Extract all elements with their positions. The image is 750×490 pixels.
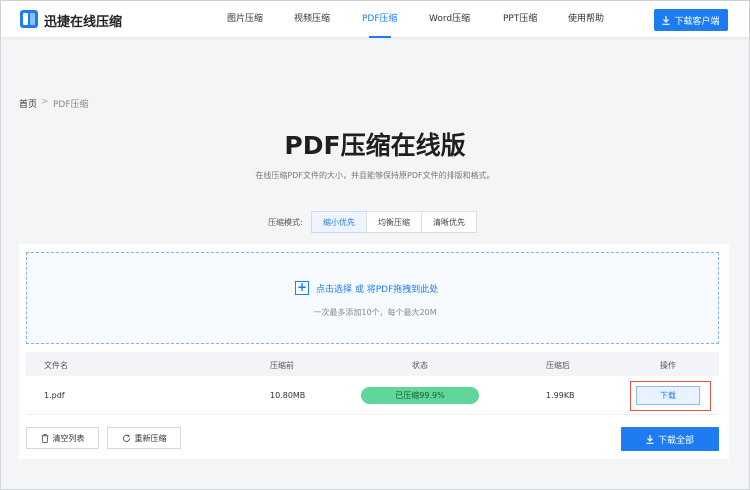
nav-pdf-compress[interactable]: PDF压缩 (362, 1, 398, 38)
row-size-before: 10.80MB (270, 391, 306, 400)
nav-word-compress[interactable]: Word压缩 (429, 1, 470, 38)
status-badge: 已压缩99.9% (361, 387, 479, 404)
row-filename: 1.pdf (44, 391, 65, 400)
nav-video-compress[interactable]: 视频压缩 (294, 1, 330, 38)
nav-ppt-compress[interactable]: PPT压缩 (503, 1, 537, 38)
row-download-button[interactable]: 下载 (636, 386, 700, 405)
col-header-action: 操作 (660, 361, 676, 370)
col-header-status: 状态 (412, 361, 428, 370)
download-all-icon (646, 434, 654, 444)
download-client-label: 下载客户端 (674, 16, 720, 27)
brand-logo-icon[interactable] (20, 10, 38, 28)
breadcrumb-current: PDF压缩 (53, 100, 89, 110)
col-header-filename: 文件名 (44, 361, 68, 370)
page-title: PDF压缩在线版 (284, 131, 466, 160)
add-file-icon[interactable]: + (295, 281, 309, 295)
upload-hint: 一次最多添加10个，每个最大20M (313, 308, 437, 317)
download-icon (662, 15, 670, 25)
recompress-button[interactable]: 重新压缩 (107, 427, 181, 449)
page-subtitle: 在线压缩PDF文件的大小，并且能够保持原PDF文件的排版和格式。 (255, 171, 495, 180)
row-divider (26, 414, 719, 415)
row-size-after: 1.99KB (546, 391, 575, 400)
recompress-label: 重新压缩 (134, 433, 167, 443)
nav-help[interactable]: 使用帮助 (568, 1, 604, 38)
download-client-button[interactable]: 下载客户端 (654, 9, 728, 31)
top-header: 迅捷在线压缩 图片压缩 视频压缩 PDF压缩 Word压缩 PPT压缩 使用帮助… (1, 1, 749, 38)
compress-mode-label: 压缩模式: (268, 218, 303, 227)
download-all-button[interactable]: 下载全部 (621, 427, 719, 451)
upload-dropzone[interactable] (26, 252, 719, 344)
clear-list-label: 清空列表 (52, 433, 85, 443)
nav-image-compress[interactable]: 图片压缩 (227, 1, 263, 38)
breadcrumb-separator: > (41, 97, 49, 107)
mode-option-clarity[interactable]: 清晰优先 (421, 211, 477, 233)
upload-link[interactable]: 点击选择 或 将PDF拖拽到此处 (316, 282, 438, 295)
mode-option-smallest[interactable]: 缩小优先 (311, 211, 367, 233)
clear-list-button[interactable]: 清空列表 (26, 427, 99, 449)
col-header-after: 压缩后 (546, 361, 570, 370)
col-header-before: 压缩前 (270, 361, 294, 370)
mode-option-balanced[interactable]: 均衡压缩 (366, 211, 422, 233)
trash-icon (41, 433, 48, 443)
refresh-icon (122, 433, 130, 442)
breadcrumb-home[interactable]: 首页 (19, 97, 37, 110)
table-header (26, 352, 719, 376)
download-all-label: 下载全部 (657, 435, 694, 446)
brand-name[interactable]: 迅捷在线压缩 (44, 11, 122, 30)
